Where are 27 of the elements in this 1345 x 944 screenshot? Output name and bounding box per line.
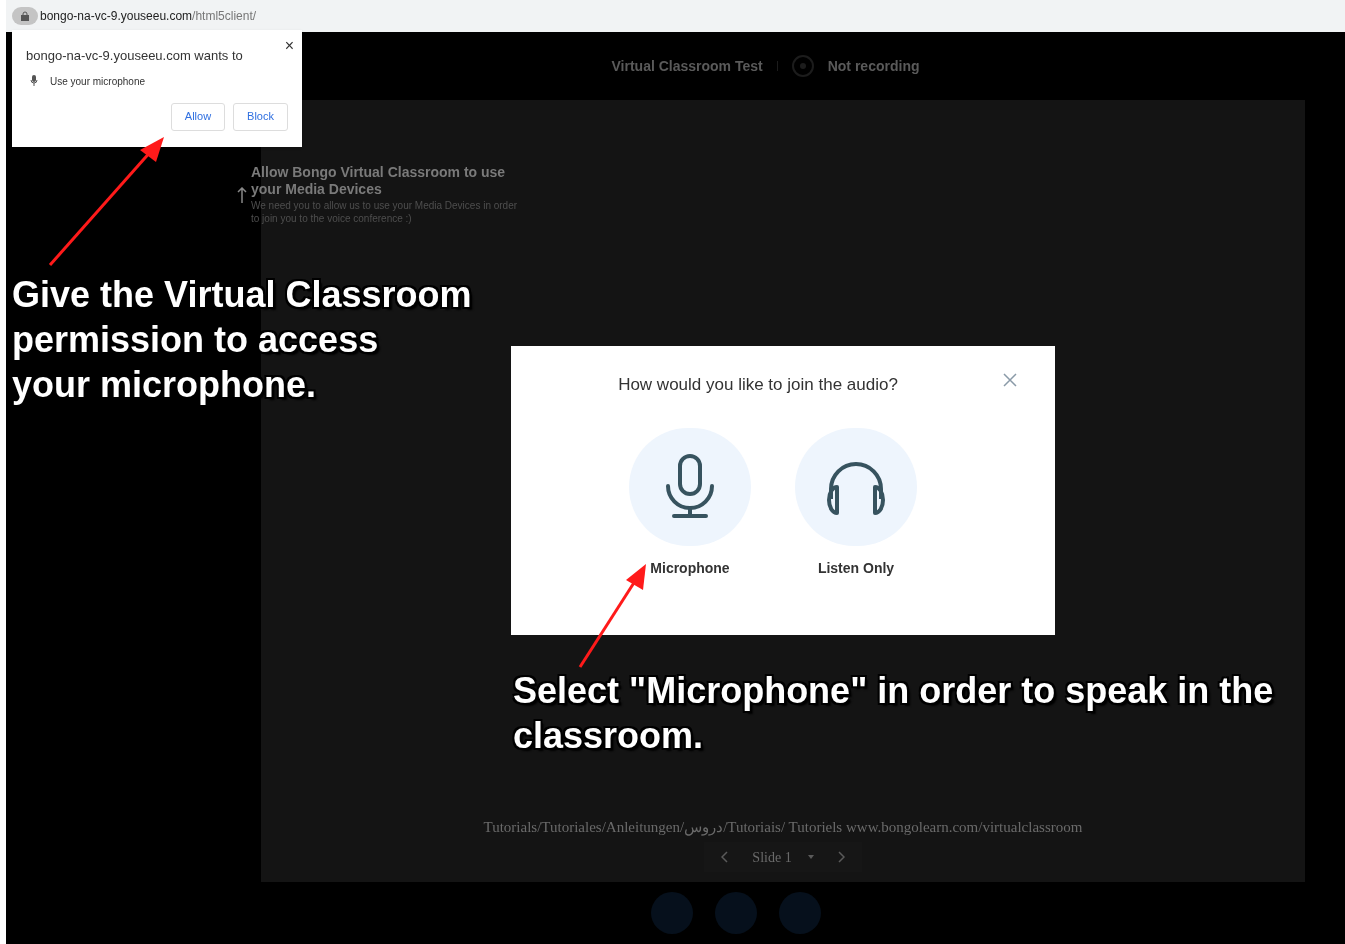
option-label: Microphone [650, 558, 730, 578]
annotation-text: Give the Virtual Classroom permission to access your microphone. [12, 273, 473, 407]
prompt-title: bongo-na-vc-9.youseeu.com wants to [26, 47, 244, 65]
chevron-right-icon [838, 851, 846, 863]
hint-title: Allow Bongo Virtual Classroom to use your Media Devices [251, 164, 507, 198]
lock-icon[interactable] [12, 7, 38, 25]
up-arrow-icon [237, 186, 247, 203]
close-button[interactable] [1003, 373, 1017, 387]
microphone-icon [664, 453, 716, 520]
recording-status: Not recording [827, 56, 920, 76]
option-label: Listen Only [817, 558, 895, 578]
close-button[interactable]: × [284, 34, 294, 58]
microphone-icon [30, 75, 38, 87]
modal-title: How would you like to join the audio? [618, 374, 898, 396]
prompt-request: Use your microphone [50, 74, 146, 89]
url-text: bongo-na-vc-9.youseeu.com/html5client/ [40, 8, 257, 25]
meeting-title: Virtual Classroom Test [611, 56, 763, 76]
slide-footer-text: Tutorials/Tutoriales/Anleitungen/دروس/Tutoriais/ Tutoriels www.bongolearn.com/virtualclassroom [483, 817, 1083, 838]
address-bar[interactable]: bongo-na-vc-9.youseeu.com/html5client/ [6, 0, 1345, 32]
prompt-button[interactable]: Block [233, 102, 288, 131]
annotation-text: Select "Microphone" in order to speak in the classroom. [513, 669, 1275, 758]
prompt-button[interactable]: Allow [170, 102, 226, 131]
audio-option-button[interactable]: Listen Only [794, 427, 918, 579]
audio-option-button[interactable]: Microphone [628, 427, 752, 579]
chevron-left-icon [720, 851, 728, 863]
dropdown-caret-icon [807, 855, 814, 859]
recording-icon[interactable] [791, 55, 814, 77]
